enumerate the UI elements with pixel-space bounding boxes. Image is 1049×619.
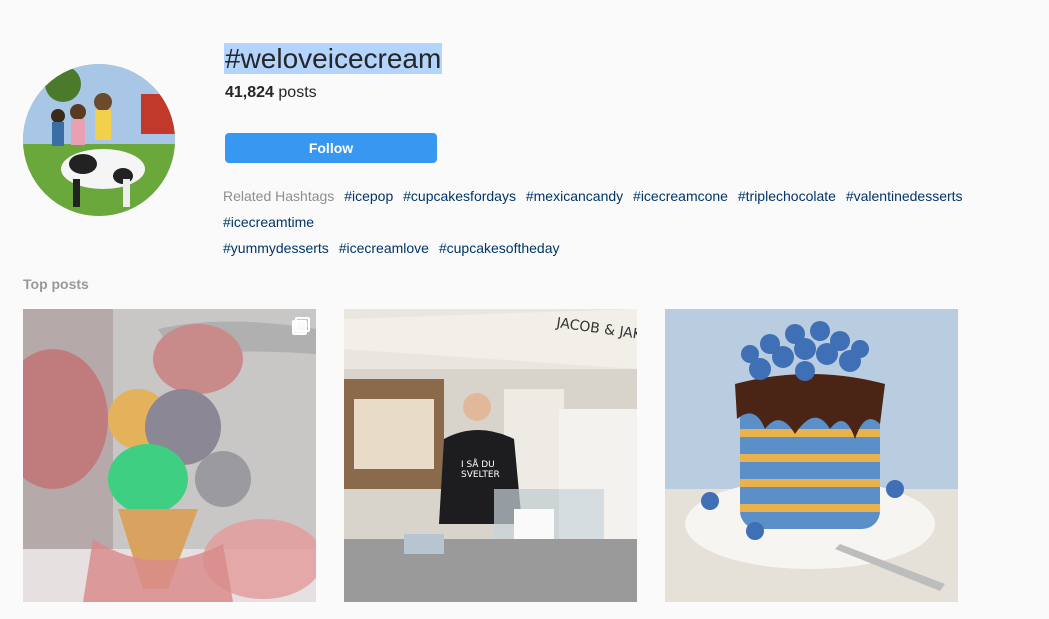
related-hashtag-link[interactable]: #icecreamtime (223, 214, 314, 230)
related-hashtag-link[interactable]: #icecreamlove (339, 240, 429, 256)
related-hashtag-link[interactable]: #valentinedesserts (846, 188, 963, 204)
shirt-text-line1: I SÅ DU (461, 458, 495, 470)
top-post-ice-cream-shop[interactable]: JACOB & JAKOB ICE I SÅ DU SVELTER (344, 309, 637, 602)
shirt-text-line2: SVELTER (461, 470, 500, 480)
related-hashtag-link[interactable]: #cupcakesoftheday (439, 240, 560, 256)
multiple-photos-icon (292, 317, 310, 335)
top-posts-heading: Top posts (23, 276, 89, 292)
related-hashtag-link[interactable]: #icecreamcone (633, 188, 728, 204)
related-hashtag-link[interactable]: #yummydesserts (223, 240, 329, 256)
related-hashtag-link[interactable]: #icepop (344, 188, 393, 204)
follow-button[interactable]: Follow (225, 133, 437, 163)
related-hashtag-link[interactable]: #mexicancandy (526, 188, 623, 204)
top-post-ice-cream-cone[interactable] (23, 309, 316, 602)
hashtag-title: #weloveicecream (224, 43, 443, 74)
related-hashtag-link[interactable]: #cupcakesfordays (403, 188, 516, 204)
post-count: 41,824 posts (225, 84, 317, 101)
related-hashtags-label: Related Hashtags (223, 188, 335, 204)
top-post-blueberry-pancakes[interactable] (665, 309, 958, 602)
related-hashtags: Related Hashtags #icepop #cupcakesforday… (223, 183, 1038, 261)
related-hashtag-link[interactable]: #triplechocolate (738, 188, 836, 204)
hashtag-profile-image (23, 64, 175, 216)
